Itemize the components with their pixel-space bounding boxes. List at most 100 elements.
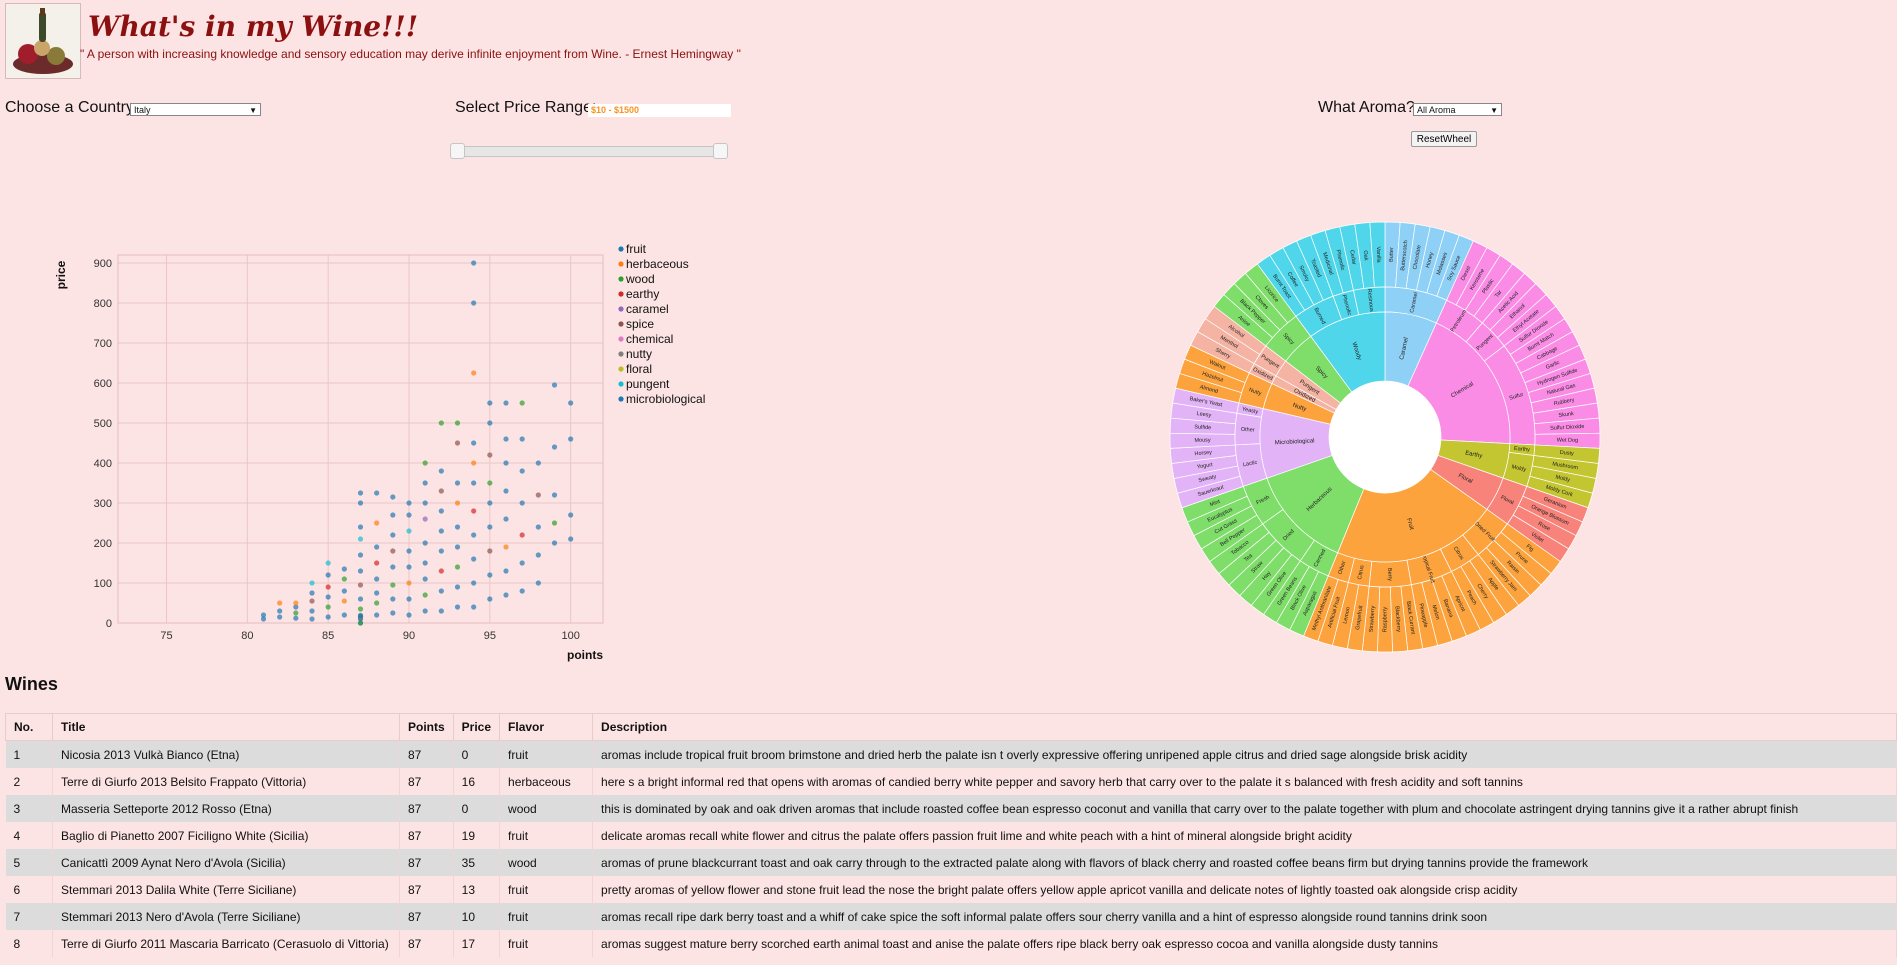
data-point[interactable] [471, 580, 477, 586]
data-point[interactable] [535, 552, 541, 558]
aroma-select[interactable]: All Aroma ▼ [1413, 103, 1502, 116]
data-point[interactable] [277, 614, 283, 620]
data-point[interactable] [471, 532, 477, 538]
data-point[interactable] [535, 580, 541, 586]
data-point[interactable] [519, 588, 525, 594]
data-point[interactable] [471, 300, 477, 306]
data-point[interactable] [422, 540, 428, 546]
data-point[interactable] [309, 616, 315, 622]
data-point[interactable] [406, 548, 412, 554]
data-point[interactable] [406, 612, 412, 618]
data-point[interactable] [325, 594, 331, 600]
data-point[interactable] [341, 612, 347, 618]
data-point[interactable] [438, 420, 444, 426]
data-point[interactable] [422, 576, 428, 582]
data-point[interactable] [260, 612, 267, 618]
data-point[interactable] [374, 490, 380, 496]
data-point[interactable] [309, 608, 315, 614]
data-point[interactable] [277, 600, 283, 606]
price-range-slider[interactable] [452, 146, 726, 157]
data-point[interactable] [438, 568, 444, 574]
data-point[interactable] [374, 544, 380, 550]
data-point[interactable] [357, 606, 364, 612]
data-point[interactable] [471, 460, 477, 466]
data-point[interactable] [341, 598, 347, 604]
data-point[interactable] [535, 460, 541, 466]
data-point[interactable] [454, 440, 461, 446]
table-row[interactable]: 6 Stemmari 2013 Dalila White (Terre Sicil… [5, 876, 1897, 903]
data-point[interactable] [293, 610, 299, 616]
data-point[interactable] [454, 564, 461, 570]
data-point[interactable] [487, 452, 493, 458]
data-point[interactable] [503, 436, 509, 442]
data-point[interactable] [454, 544, 461, 550]
data-point[interactable] [471, 604, 477, 610]
data-point[interactable] [454, 604, 461, 610]
data-point[interactable] [568, 512, 574, 518]
data-point[interactable] [454, 420, 461, 426]
data-point[interactable] [487, 500, 493, 506]
data-point[interactable] [503, 544, 509, 550]
data-point[interactable] [438, 488, 444, 494]
data-point[interactable] [438, 608, 444, 614]
data-point[interactable] [309, 580, 315, 586]
data-point[interactable] [357, 490, 364, 496]
data-point[interactable] [406, 580, 412, 586]
data-point[interactable] [374, 576, 380, 582]
data-point[interactable] [454, 480, 461, 486]
data-point[interactable] [422, 500, 428, 506]
data-point[interactable] [390, 564, 396, 570]
data-point[interactable] [551, 444, 558, 450]
data-point[interactable] [471, 370, 477, 376]
data-point[interactable] [374, 560, 380, 566]
data-point[interactable] [293, 615, 299, 621]
data-point[interactable] [374, 590, 380, 596]
data-point[interactable] [503, 400, 509, 406]
data-point[interactable] [325, 572, 331, 578]
data-point[interactable] [519, 436, 525, 442]
data-point[interactable] [357, 582, 364, 588]
data-point[interactable] [325, 604, 331, 610]
table-row[interactable]: 5 Canicattì 2009 Aynat Nero d'Avola (Sici… [5, 849, 1897, 876]
data-point[interactable] [422, 608, 428, 614]
data-point[interactable] [309, 590, 315, 596]
data-point[interactable] [454, 584, 461, 590]
data-point[interactable] [390, 494, 396, 500]
data-point[interactable] [471, 556, 477, 562]
data-point[interactable] [471, 508, 477, 514]
data-point[interactable] [341, 576, 347, 582]
data-point[interactable] [406, 528, 412, 534]
data-point[interactable] [438, 528, 444, 534]
data-point[interactable] [325, 584, 331, 590]
data-point[interactable] [374, 600, 380, 606]
data-point[interactable] [357, 568, 364, 574]
data-point[interactable] [277, 608, 283, 614]
data-point[interactable] [487, 480, 493, 486]
data-point[interactable] [503, 488, 509, 494]
data-point[interactable] [406, 512, 412, 518]
data-point[interactable] [422, 516, 428, 522]
data-point[interactable] [471, 260, 477, 266]
data-point[interactable] [374, 612, 380, 618]
data-point[interactable] [390, 512, 396, 518]
table-row[interactable]: 4 Baglio di Pianetto 2007 Ficiligno White… [5, 822, 1897, 849]
data-point[interactable] [390, 610, 396, 616]
table-row[interactable]: 7 Stemmari 2013 Nero d'Avola (Terre Sicil… [5, 903, 1897, 930]
data-point[interactable] [341, 588, 347, 594]
data-point[interactable] [390, 532, 396, 538]
data-point[interactable] [438, 588, 444, 594]
data-point[interactable] [487, 548, 493, 554]
table-row[interactable]: 8 Terre di Giurfo 2011 Mascaria Barricato… [5, 930, 1897, 957]
data-point[interactable] [568, 536, 574, 542]
data-point[interactable] [357, 500, 364, 506]
price-slider-high-handle[interactable] [713, 143, 728, 159]
country-select[interactable]: Italy ▼ [130, 103, 261, 116]
data-point[interactable] [487, 400, 493, 406]
table-row[interactable]: 2 Terre di Giurfo 2013 Belsito Frappato (… [5, 768, 1897, 795]
data-point[interactable] [438, 508, 444, 514]
data-point[interactable] [503, 516, 509, 522]
table-row[interactable]: 3 Masseria Setteporte 2012 Rosso (Etna) 87… [5, 795, 1897, 822]
data-point[interactable] [309, 598, 315, 604]
data-point[interactable] [503, 460, 509, 466]
data-point[interactable] [357, 612, 364, 618]
